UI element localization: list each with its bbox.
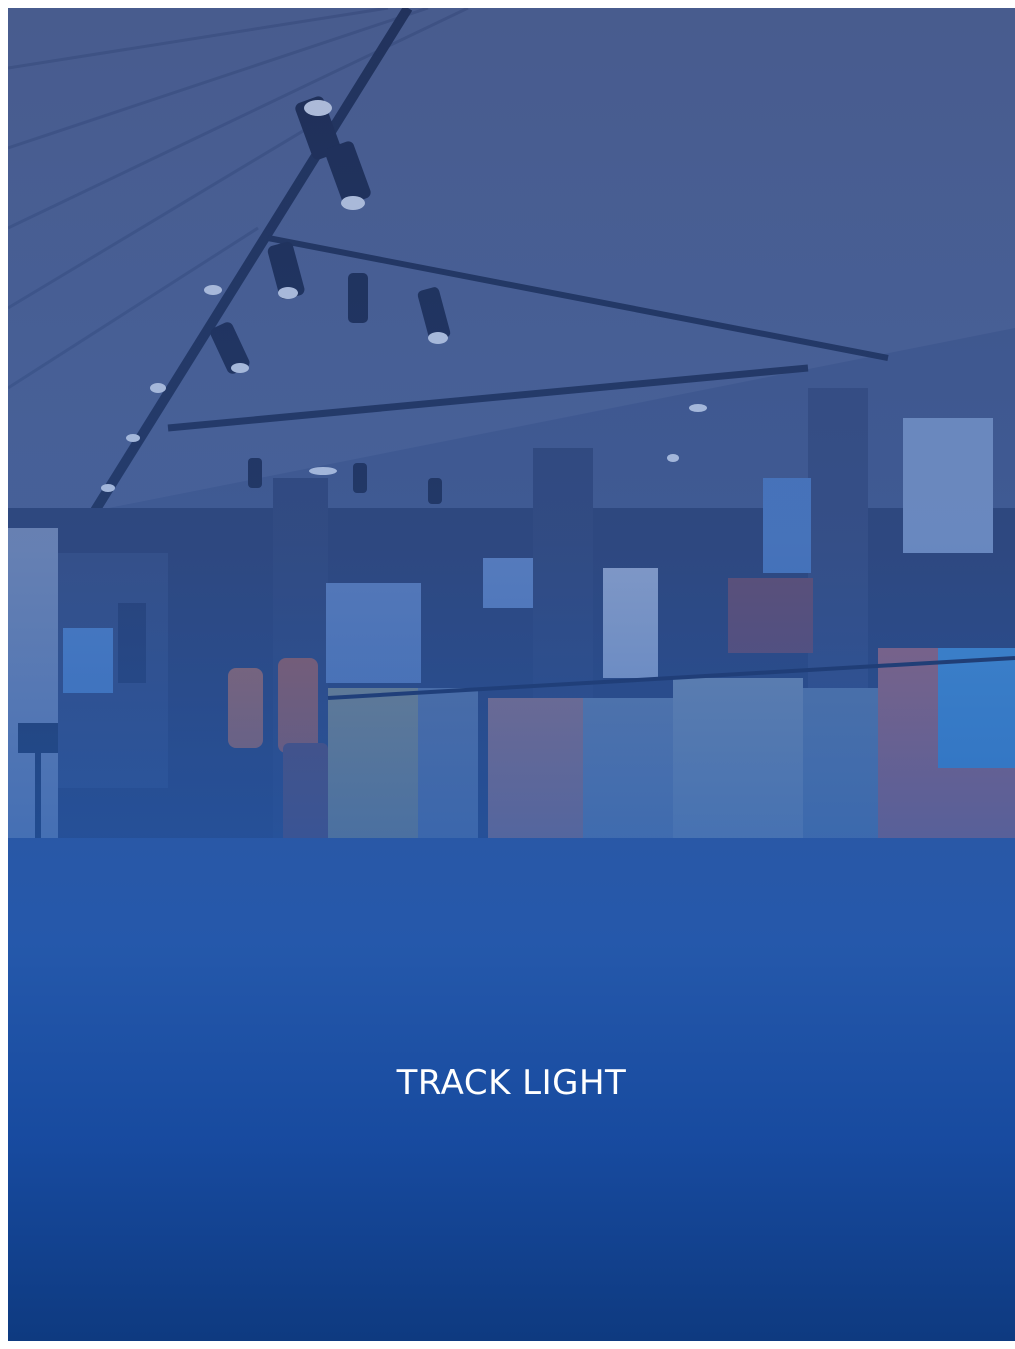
category-card-track-light[interactable]: TRACK LIGHT: [8, 8, 1015, 1341]
gradient-overlay: [8, 8, 1015, 1341]
card-title[interactable]: TRACK LIGHT: [8, 1063, 1015, 1103]
